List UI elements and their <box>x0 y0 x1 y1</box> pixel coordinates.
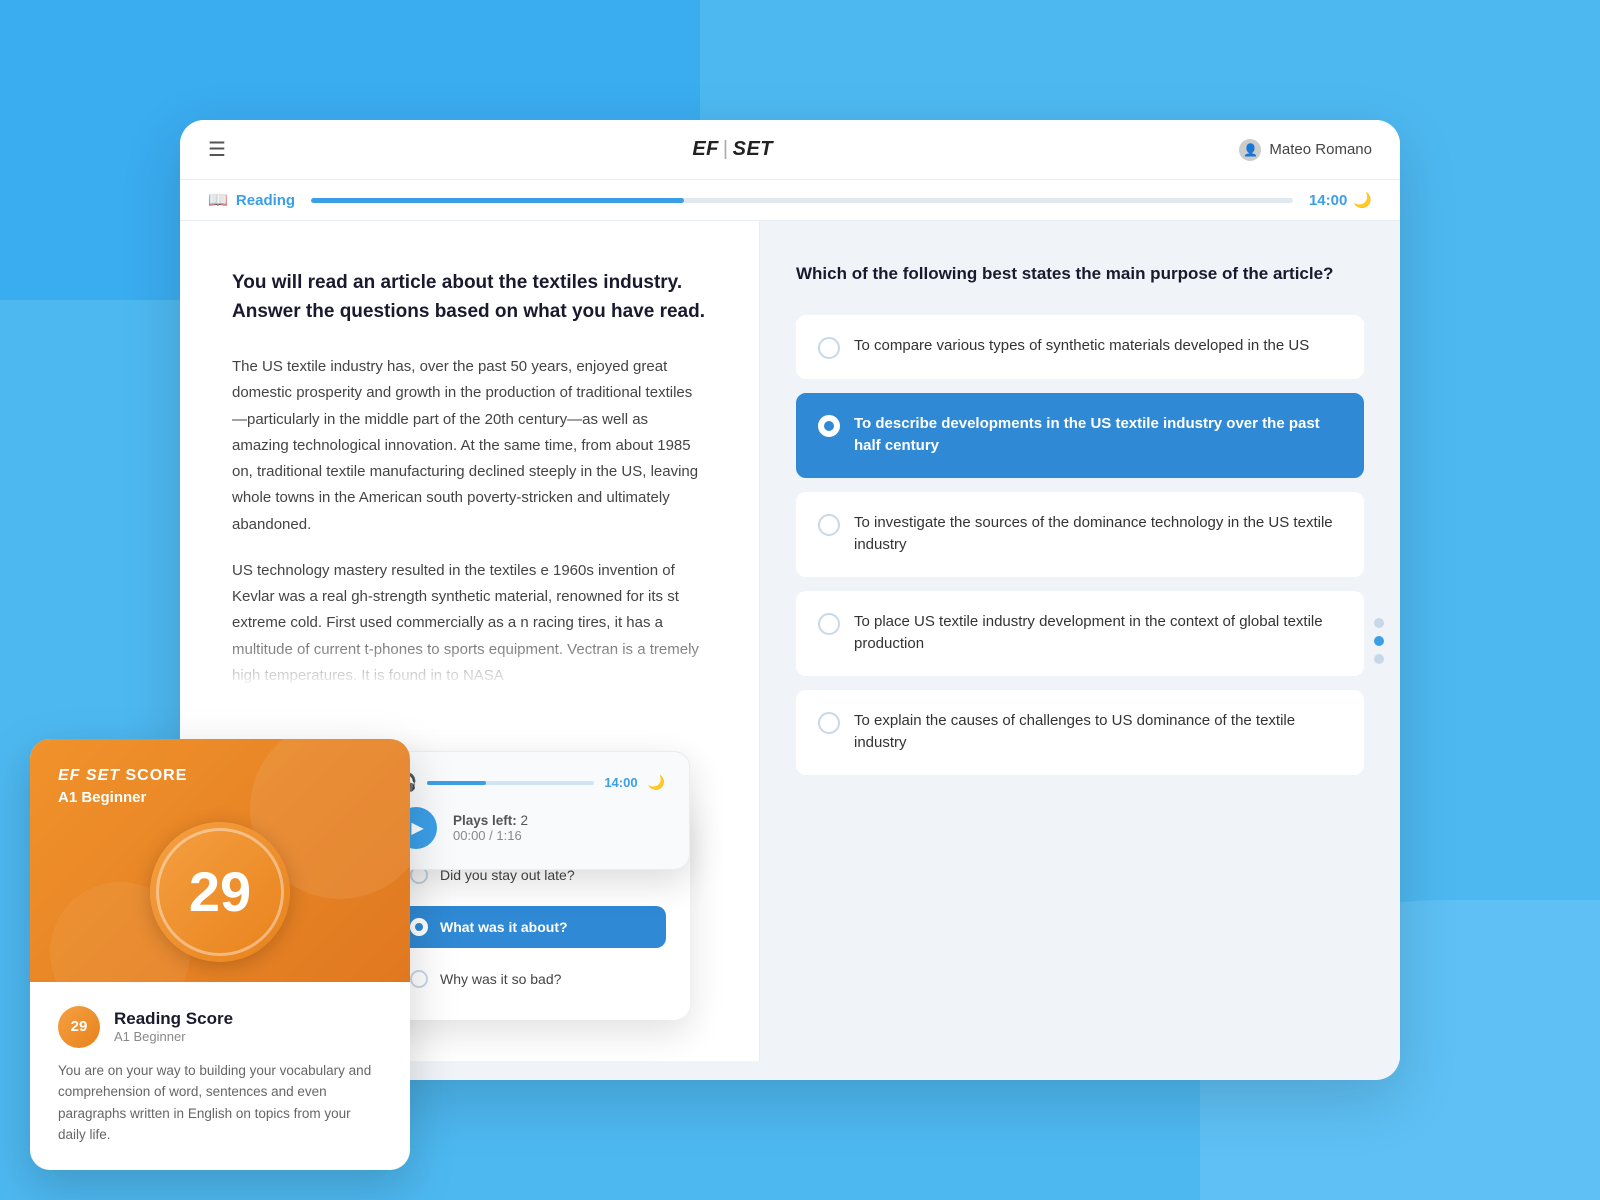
reading-label-text: Reading <box>236 192 295 209</box>
audio-meta: Plays left: 2 00:00 / 1:16 <box>453 813 528 843</box>
score-row: 29 Reading Score A1 Beginner <box>58 1006 382 1048</box>
option-4-text: To place US textile industry development… <box>854 611 1342 656</box>
audio-timer: 14:00 <box>604 775 637 790</box>
speaker-option-3-text: Why was it so bad? <box>440 971 561 987</box>
radio-1 <box>818 337 840 359</box>
audio-header: 🎧 14:00 🌙 <box>395 772 665 793</box>
option-3-text: To investigate the sources of the domina… <box>854 512 1342 557</box>
plays-left: Plays left: 2 <box>453 813 528 828</box>
score-description: You are on your way to building your voc… <box>58 1060 382 1146</box>
score-number: 29 <box>189 859 251 924</box>
timer-value: 14:00 <box>1309 192 1347 209</box>
audio-progress-fill <box>427 781 485 785</box>
ef-set-score-label: EF SET SCORE <box>58 767 382 785</box>
speaker-option-3[interactable]: Why was it so bad? <box>394 958 666 1000</box>
option-5[interactable]: To explain the causes of challenges to U… <box>796 690 1364 775</box>
time-info: 00:00 / 1:16 <box>453 828 528 843</box>
progress-fill <box>311 198 684 203</box>
play-icon: ▶ <box>411 818 423 838</box>
user-name: Mateo Romano <box>1269 141 1372 158</box>
option-3[interactable]: To investigate the sources of the domina… <box>796 492 1364 577</box>
speaker-option-2-text: What was it about? <box>440 919 568 935</box>
user-profile[interactable]: 👤 Mateo Romano <box>1239 139 1372 161</box>
score-card-body: 29 Reading Score A1 Beginner You are on … <box>30 982 410 1170</box>
option-1-text: To compare various types of synthetic ma… <box>854 335 1309 358</box>
score-info: Reading Score A1 Beginner <box>114 1009 233 1044</box>
radio-4 <box>818 613 840 635</box>
reading-score-level: A1 Beginner <box>114 1029 233 1044</box>
audio-card: 🎧 14:00 🌙 ▶ Plays left: 2 00:00 / 1:16 <box>370 751 690 870</box>
question-text: Which of the following best states the m… <box>796 261 1364 287</box>
nav-dot-2[interactable] <box>1374 636 1384 646</box>
audio-controls: ▶ Plays left: 2 00:00 / 1:16 <box>395 807 665 849</box>
speaker-radio-3 <box>410 970 428 988</box>
nav-dots <box>1374 618 1384 664</box>
radio-3 <box>818 514 840 536</box>
moon-icon-audio: 🌙 <box>648 774 665 791</box>
reading-paragraph-1: The US textile industry has, over the pa… <box>232 354 707 538</box>
app-logo: EF|SET <box>692 138 773 161</box>
progress-bar-container: 📖 Reading 14:00 🌙 <box>180 180 1400 221</box>
reading-paragraph-2: US technology mastery resulted in the te… <box>232 558 707 689</box>
speaker-options: Did you stay out late? What was it about… <box>394 854 666 1000</box>
speaker-radio-2 <box>410 918 428 936</box>
user-avatar: 👤 <box>1239 139 1261 161</box>
reading-label: 📖 Reading <box>208 190 295 210</box>
nav-dot-1[interactable] <box>1374 618 1384 628</box>
audio-progress-track[interactable] <box>427 781 594 785</box>
score-circle-container: 29 <box>58 822 382 962</box>
score-circle: 29 <box>150 822 290 962</box>
radio-2 <box>818 415 840 437</box>
reading-paragraph-2-container: US technology mastery resulted in the te… <box>232 558 707 689</box>
header: ☰ EF|SET 👤 Mateo Romano <box>180 120 1400 180</box>
score-card: EF SET SCORE A1 Beginner 29 29 Reading S… <box>30 739 410 1170</box>
menu-button[interactable]: ☰ <box>208 137 226 162</box>
book-icon: 📖 <box>208 190 228 210</box>
progress-track <box>311 198 1293 203</box>
score-card-header: EF SET SCORE A1 Beginner 29 <box>30 739 410 982</box>
option-5-text: To explain the causes of challenges to U… <box>854 710 1342 755</box>
timer: 14:00 🌙 <box>1309 191 1372 209</box>
level-badge: A1 Beginner <box>58 789 382 806</box>
moon-icon: 🌙 <box>1353 191 1372 209</box>
reading-score-title: Reading Score <box>114 1009 233 1029</box>
options-list: To compare various types of synthetic ma… <box>796 315 1364 775</box>
reading-instruction: You will read an article about the texti… <box>232 269 707 326</box>
radio-5 <box>818 712 840 734</box>
option-2-text: To describe developments in the US texti… <box>854 413 1342 458</box>
speaker-option-2[interactable]: What was it about? <box>394 906 666 948</box>
score-badge-small: 29 <box>58 1006 100 1048</box>
option-2[interactable]: To describe developments in the US texti… <box>796 393 1364 478</box>
question-panel: Which of the following best states the m… <box>760 221 1400 1061</box>
option-4[interactable]: To place US textile industry development… <box>796 591 1364 676</box>
nav-dot-3[interactable] <box>1374 654 1384 664</box>
option-1[interactable]: To compare various types of synthetic ma… <box>796 315 1364 379</box>
